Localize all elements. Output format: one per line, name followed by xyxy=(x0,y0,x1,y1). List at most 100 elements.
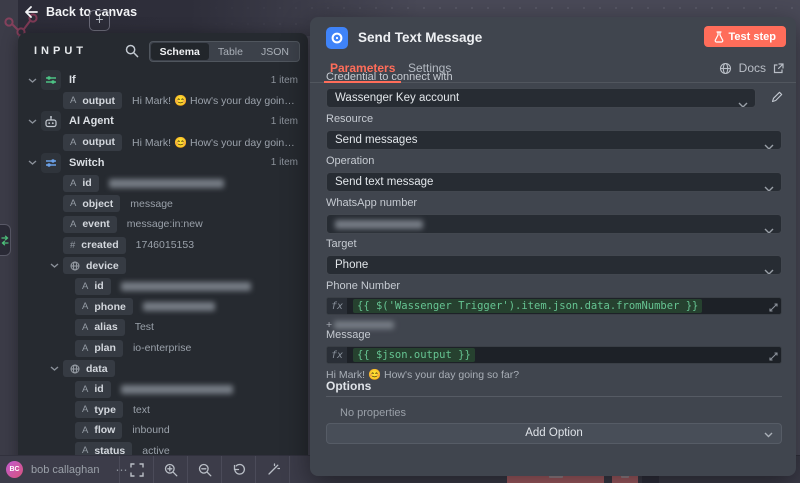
field-key-badge[interactable]: Aflow xyxy=(75,422,122,439)
schema-row[interactable]: AI Agent1 item xyxy=(18,111,308,132)
expand-expression-icon[interactable] xyxy=(769,352,778,361)
expression-preview: Hi Mark! 😊 How's your day going so far? xyxy=(326,368,782,381)
schema-row[interactable]: Aoutput Hi Mark! 😊 How's your day going s… xyxy=(18,91,308,112)
schema-row[interactable]: data xyxy=(18,358,308,379)
schema-row[interactable]: AoutputHi Mark! 😊 How's your day going s… xyxy=(18,132,308,153)
field-value: io-enterprise xyxy=(133,342,191,354)
type-letter: A xyxy=(82,301,88,312)
schema-row[interactable]: Switch1 item xyxy=(18,152,308,173)
schema-row[interactable]: AaliasTest xyxy=(18,317,308,338)
schema-row[interactable]: Aid xyxy=(18,276,308,297)
field-key-badge[interactable]: Aoutput xyxy=(63,92,122,109)
field-key-badge[interactable]: Aid xyxy=(75,278,111,295)
tab-json[interactable]: JSON xyxy=(252,43,298,60)
chevron-down-icon[interactable] xyxy=(26,77,39,84)
undo-icon xyxy=(232,463,246,477)
object-key-badge[interactable]: data xyxy=(63,360,115,377)
node-label: AI Agent xyxy=(69,115,114,127)
field-key-badge[interactable]: Aid xyxy=(63,175,99,192)
parameter-select[interactable]: Wassenger Key account xyxy=(326,88,756,108)
add-option-button[interactable]: Add Option xyxy=(326,423,782,444)
field-key-badge[interactable]: Aalias xyxy=(75,319,125,336)
field-key: device xyxy=(86,260,119,272)
parameter-label: WhatsApp number xyxy=(326,197,782,209)
collapsed-node-handle[interactable] xyxy=(0,224,11,256)
zoom-out-icon xyxy=(198,463,212,477)
tab-schema[interactable]: Schema xyxy=(151,43,209,60)
parameter-field: WhatsApp number xyxy=(326,197,782,234)
type-letter: A xyxy=(82,343,88,354)
parameter-field: Phone Numberfx{{ $('Wassenger Trigger').… xyxy=(326,280,782,331)
chevron-down-icon[interactable] xyxy=(48,365,61,372)
type-letter: A xyxy=(70,95,76,106)
field-key-badge[interactable]: Aevent xyxy=(63,216,117,233)
parameter-field: Operation Send text message xyxy=(326,155,782,192)
type-letter: A xyxy=(82,384,88,395)
field-key-badge[interactable]: #created xyxy=(63,237,126,254)
field-value: 1746015153 xyxy=(136,239,194,251)
zoom-out-button[interactable] xyxy=(188,456,221,483)
parameter-select[interactable] xyxy=(326,214,782,234)
select-value: Phone xyxy=(335,259,368,271)
schema-row[interactable]: Aflow inbound xyxy=(18,420,308,441)
blurred-value xyxy=(121,385,233,394)
object-key-badge[interactable]: device xyxy=(63,257,126,274)
expression-code-wrap[interactable]: {{ $json.output }} xyxy=(347,347,781,363)
schema-row[interactable]: Atype text xyxy=(18,400,308,421)
undo-button[interactable] xyxy=(222,456,255,483)
field-key-badge[interactable]: Aphone xyxy=(75,298,133,315)
zoom-in-icon xyxy=(164,463,178,477)
type-letter: # xyxy=(70,240,75,251)
type-letter: A xyxy=(70,178,76,189)
field-key-badge[interactable]: Aplan xyxy=(75,340,123,357)
fit-view-button[interactable] xyxy=(120,456,153,483)
expression-input[interactable]: fx{{ $('Wassenger Trigger').item.json.da… xyxy=(326,297,782,315)
parameters-form: Options No properties Add Option Credent… xyxy=(310,17,796,476)
tab-table[interactable]: Table xyxy=(209,43,252,60)
expression-input[interactable]: fx{{ $json.output }} xyxy=(326,346,782,364)
blurred-value xyxy=(143,302,215,311)
field-key-badge[interactable]: Atype xyxy=(75,401,123,418)
back-to-canvas-button[interactable]: Back to canvas xyxy=(24,5,137,19)
parameter-select[interactable]: Send messages xyxy=(326,130,782,150)
field-value: inbound xyxy=(132,424,169,436)
user-avatar[interactable]: BC xyxy=(6,461,23,478)
expression-code-wrap[interactable]: {{ $('Wassenger Trigger').item.json.data… xyxy=(347,298,781,314)
schema-row[interactable]: Aphone xyxy=(18,297,308,318)
search-icon[interactable] xyxy=(125,44,139,58)
parameter-select[interactable]: Phone xyxy=(326,255,782,275)
add-node-button[interactable]: + xyxy=(89,10,110,31)
options-section-title: Options xyxy=(326,379,371,393)
field-value: text xyxy=(133,404,150,416)
schema-row[interactable]: Aid xyxy=(18,379,308,400)
schema-row[interactable]: Aplan io-enterprise xyxy=(18,338,308,359)
schema-row[interactable]: Aeventmessage:in:new xyxy=(18,214,308,235)
parameter-label: Operation xyxy=(326,155,782,167)
type-letter: A xyxy=(82,404,88,415)
field-key-badge[interactable]: Aobject xyxy=(63,195,120,212)
chevron-down-icon[interactable] xyxy=(26,159,39,166)
edit-credential-icon[interactable] xyxy=(771,90,784,108)
tidy-up-button[interactable] xyxy=(256,456,289,483)
field-value: Hi Mark! 😊 How's your day going so far? xyxy=(132,94,298,107)
field-key-badge[interactable]: Aoutput xyxy=(63,134,122,151)
parameter-select[interactable]: Send text message xyxy=(326,172,782,192)
schema-row[interactable]: #created 1746015153 xyxy=(18,235,308,256)
type-letter: A xyxy=(82,425,88,436)
schema-row[interactable]: Aid xyxy=(18,173,308,194)
field-key: flow xyxy=(94,424,115,436)
blurred-value xyxy=(121,282,251,291)
tidy-up-icon xyxy=(266,463,280,477)
field-key: alias xyxy=(94,321,117,333)
expand-expression-icon[interactable] xyxy=(769,303,778,312)
schema-row[interactable]: Aobjectmessage xyxy=(18,194,308,215)
field-key: id xyxy=(94,280,103,292)
fit-view-icon xyxy=(130,463,144,477)
chevron-down-icon[interactable] xyxy=(26,118,39,125)
field-key-badge[interactable]: Aid xyxy=(75,381,111,398)
schema-row[interactable]: device xyxy=(18,255,308,276)
schema-row[interactable]: If1 item xyxy=(18,70,308,91)
chevron-down-icon[interactable] xyxy=(48,262,61,269)
zoom-in-button[interactable] xyxy=(154,456,187,483)
input-panel-title: INPUT xyxy=(34,45,87,57)
